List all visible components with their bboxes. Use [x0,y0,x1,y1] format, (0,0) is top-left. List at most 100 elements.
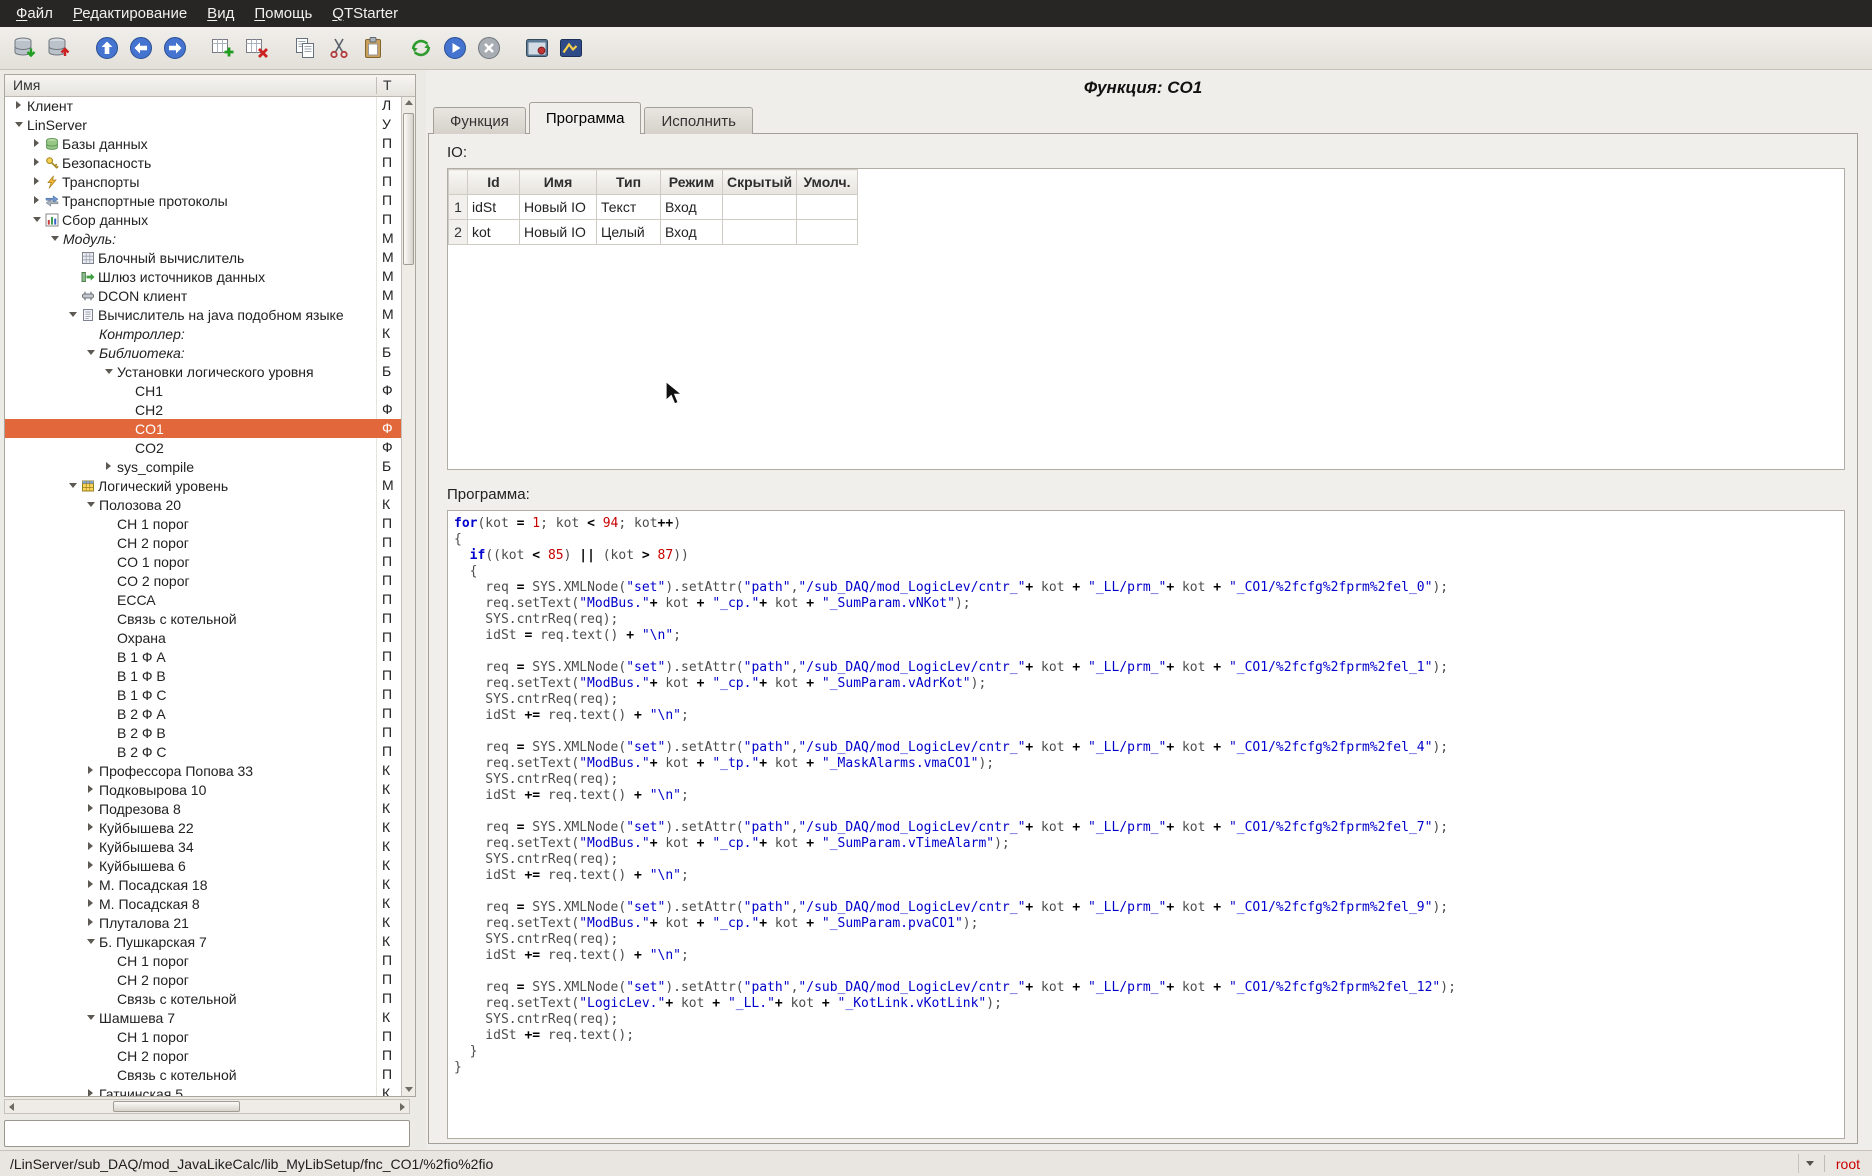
tree-column-header-name[interactable]: Имя [13,75,40,96]
tree-item[interactable]: Связь с котельнойП [5,1065,402,1084]
tree-item[interactable]: ОхранаП [5,628,402,647]
tree-item[interactable]: Куйбышева 6К [5,856,402,875]
tree-item[interactable]: БезопасностьП [5,153,402,172]
tree-item[interactable]: CH 1 порогП [5,514,402,533]
tab-function[interactable]: Функция [433,107,526,134]
menu-item-edit[interactable]: Редактирование [63,1,197,26]
toolbar-button-start-updating[interactable] [438,31,472,65]
expander-icon[interactable] [83,932,99,951]
tree-item[interactable]: Блочный вычислительМ [5,248,402,267]
io-table-cell[interactable] [797,220,858,245]
expander-icon[interactable] [101,362,117,381]
tree-item[interactable]: Логический уровеньМ [5,476,402,495]
tree-item[interactable]: CH 2 порогП [5,970,402,989]
tree-item[interactable]: Профессора Попова 33К [5,761,402,780]
io-table-cell[interactable]: Текст [597,195,661,220]
menu-item-qtstarter[interactable]: QTStarter [322,1,408,26]
toolbar-button-refresh[interactable] [404,31,438,65]
expander-icon[interactable] [29,172,45,191]
expander-icon[interactable] [83,761,99,780]
toolbar-button-add-item[interactable] [206,31,240,65]
code-editor[interactable]: for(kot = 1; kot < 94; kot++) { if((kot … [447,510,1845,1139]
scroll-up-button[interactable] [402,96,415,109]
expander-icon[interactable] [47,229,63,248]
tree-item[interactable]: CH 2 порогП [5,533,402,552]
expander-icon[interactable] [83,495,99,514]
expander-icon[interactable] [83,837,99,856]
io-table-cell[interactable]: kot [468,220,520,245]
tree-item[interactable]: Б. Пушкарская 7К [5,932,402,951]
menu-item-view[interactable]: Вид [197,1,244,26]
io-table-cell[interactable]: Целый [597,220,661,245]
toolbar-button-go-back[interactable] [124,31,158,65]
io-table-cell[interactable]: Новый IO [520,195,597,220]
status-dropdown-button[interactable] [1798,1154,1821,1173]
scroll-left-button[interactable] [5,1100,18,1113]
tree-item[interactable]: Транспортные протоколыП [5,191,402,210]
tree-item[interactable]: CH1Ф [5,381,402,400]
menu-item-file[interactable]: Файл [6,1,63,26]
tree-item[interactable]: CH 2 порогП [5,1046,402,1065]
expander-icon[interactable] [83,780,99,799]
scroll-right-button[interactable] [396,1100,409,1113]
io-table-cell[interactable]: Вход [661,195,723,220]
tree-item[interactable]: В 2 Ф СП [5,742,402,761]
io-table-cell[interactable]: Вход [661,220,723,245]
expander-icon[interactable] [29,210,45,229]
tree-item[interactable]: КлиентЛ [5,96,402,115]
tree-item[interactable]: CO 2 порогП [5,571,402,590]
tree-item[interactable]: Сбор данныхП [5,210,402,229]
menu-item-help[interactable]: Помощь [244,1,322,26]
tree-item[interactable]: Шамшева 7К [5,1008,402,1027]
tree-item[interactable]: Установки логического уровняБ [5,362,402,381]
io-table-cell[interactable]: idSt [468,195,520,220]
toolbar-button-cut-item[interactable] [322,31,356,65]
tree-item[interactable]: CO2Ф [5,438,402,457]
tree-item[interactable]: CH 1 порогП [5,951,402,970]
tree-item[interactable]: Полозова 20К [5,495,402,514]
tree-column-header-type[interactable]: Т [383,75,392,96]
expander-icon[interactable] [83,818,99,837]
tree-item[interactable]: Связь с котельнойП [5,989,402,1008]
toolbar-button-go-up[interactable] [90,31,124,65]
tree-item[interactable]: CO1Ф [5,419,402,438]
expander-icon[interactable] [83,856,99,875]
tab-program[interactable]: Программа [529,102,642,134]
tree-item[interactable]: М. Посадская 18К [5,875,402,894]
horizontal-scrollbar-thumb[interactable] [113,1101,240,1112]
tree-item[interactable]: Контроллер:К [5,324,402,343]
expander-icon[interactable] [11,115,27,134]
row-number[interactable]: 1 [449,195,468,220]
tree-item[interactable]: ТранспортыП [5,172,402,191]
expander-icon[interactable] [65,305,81,324]
tree-item[interactable]: Подрезова 8К [5,799,402,818]
scroll-down-button[interactable] [402,1083,415,1096]
expander-icon[interactable] [83,875,99,894]
expander-icon[interactable] [83,799,99,818]
tab-execute[interactable]: Исполнить [644,107,753,134]
toolbar-button-delete-item[interactable] [240,31,274,65]
tree-item[interactable]: Связь с котельнойП [5,609,402,628]
expander-icon[interactable] [101,457,117,476]
io-table-cell[interactable] [797,195,858,220]
tree-item[interactable]: Вычислитель на java подобном языкеМ [5,305,402,324]
tree-item[interactable]: Плуталова 21К [5,913,402,932]
expander-icon[interactable] [65,476,81,495]
tree-item[interactable]: LinServerУ [5,115,402,134]
panel-splitter[interactable] [418,70,426,1150]
tree-item[interactable]: Куйбышева 22К [5,818,402,837]
expander-icon[interactable] [11,96,27,115]
expander-icon[interactable] [83,913,99,932]
expander-icon[interactable] [83,1008,99,1027]
toolbar-button-qtstarter-config[interactable] [520,31,554,65]
toolbar-button-stop-updating[interactable] [472,31,506,65]
tree-item[interactable]: Модуль:М [5,229,402,248]
toolbar-button-save-to-db[interactable] [42,31,76,65]
tree-item[interactable]: CH 1 порогП [5,1027,402,1046]
io-table-cell[interactable] [723,195,797,220]
tree-item[interactable]: В 1 Ф СП [5,685,402,704]
tree-item[interactable]: CO 1 порогП [5,552,402,571]
expander-icon[interactable] [29,134,45,153]
row-number[interactable]: 2 [449,220,468,245]
tree-item[interactable]: Куйбышева 34К [5,837,402,856]
